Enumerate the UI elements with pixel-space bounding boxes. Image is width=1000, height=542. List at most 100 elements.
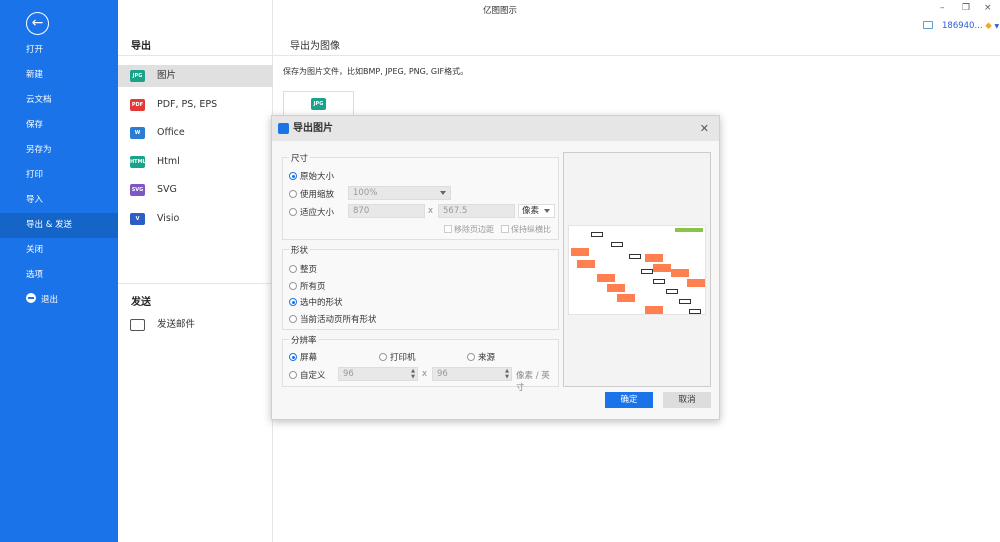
width-input[interactable]: 870 (348, 204, 425, 218)
export-panel: 导出 JPG 图片 PDF PDF, PS, EPS W Office HTML Html SV… (118, 0, 273, 542)
remove-margin-checkbox[interactable]: 移除页边距 (444, 224, 494, 235)
file-format-icon: W (130, 127, 145, 139)
export-image-dialog: 导出图片 ✕ 尺寸 原始大小 使用缩放 100% 适应大小 870 x 567.5… (271, 115, 720, 420)
dialog-header: 导出图片 ✕ (272, 116, 719, 141)
radio-selected-shapes[interactable]: 选中的形状 (289, 296, 343, 308)
shape-group: 形状 整页 所有页 选中的形状 当前活动页所有形状 (282, 244, 559, 330)
export-item-label: PDF, PS, EPS (157, 98, 218, 110)
sidebar: ← 打开 新建 云文档 保存 另存为 打印 导入 导出 & 发送 关闭 选项 退… (0, 0, 118, 542)
sidebar-item-import[interactable]: 导入 (0, 188, 118, 213)
preview-pane (563, 152, 711, 387)
size-group: 尺寸 原始大小 使用缩放 100% 适应大小 870 x 567.5 像素 移除… (282, 152, 559, 240)
send-heading: 发送 (131, 297, 151, 308)
sidebar-item-save-as[interactable]: 另存为 (0, 138, 118, 163)
export-item-0[interactable]: JPG 图片 (118, 65, 273, 87)
sidebar-item-new[interactable]: 新建 (0, 63, 118, 88)
main-title: 导出为图像 (290, 41, 340, 52)
main-description: 保存为图片文件，比如BMP, JPEG, PNG, GIF格式。 (283, 67, 469, 76)
send-email-item[interactable]: 发送邮件 (118, 314, 273, 336)
sidebar-item-cloud[interactable]: 云文档 (0, 88, 118, 113)
close-icon[interactable]: ✕ (700, 116, 709, 141)
export-item-2[interactable]: W Office (118, 122, 273, 144)
sidebar-item-print[interactable]: 打印 (0, 163, 118, 188)
radio-current-page-shapes[interactable]: 当前活动页所有形状 (289, 313, 377, 325)
jpg-icon: JPG (311, 98, 326, 110)
exit-label: 退出 (41, 295, 59, 305)
preview-shape (679, 299, 691, 304)
cancel-button[interactable]: 取消 (663, 392, 711, 408)
export-item-label: 图片 (157, 70, 177, 81)
export-item-3[interactable]: HTML Html (118, 151, 273, 173)
chat-icon[interactable] (923, 21, 933, 29)
export-item-1[interactable]: PDF PDF, PS, EPS (118, 94, 273, 116)
resolution-label: 分辨率 (289, 334, 319, 346)
preview-shape (645, 254, 663, 262)
file-format-icon: PDF (130, 98, 145, 111)
export-item-label: Html (157, 155, 180, 167)
size-label: 尺寸 (289, 152, 311, 164)
preview-shape (571, 248, 589, 256)
sidebar-item-options[interactable]: 选项 (0, 263, 118, 288)
exit-icon (26, 293, 36, 303)
preview-shape (641, 269, 653, 274)
unit-select[interactable]: 像素 (518, 204, 555, 218)
app-logo-icon (278, 123, 289, 134)
sidebar-item-exit[interactable]: 退出 (0, 288, 118, 313)
zoom-select[interactable]: 100% (348, 186, 451, 200)
radio-all-pages[interactable]: 所有页 (289, 280, 326, 292)
close-window-button[interactable]: × (984, 3, 992, 13)
diagram-preview (568, 225, 706, 315)
user-account[interactable]: 186940... ◆ ▼ (942, 21, 999, 31)
export-heading: 导出 (131, 41, 151, 52)
radio-custom[interactable]: 自定义 (289, 369, 326, 381)
minimize-button[interactable]: – (940, 3, 945, 13)
export-item-label: SVG (157, 184, 177, 195)
header-divider (118, 55, 1000, 56)
preview-shape (689, 309, 701, 314)
resolution-group: 分辨率 屏幕 打印机 来源 自定义 96 ▲ ▼ x 96 ▲ ▼ 像素 / 英寸 (282, 334, 559, 393)
user-name: 186940... (942, 21, 983, 31)
mail-icon (130, 319, 145, 331)
sidebar-item-export-send[interactable]: 导出 & 发送 (0, 213, 118, 238)
ok-button[interactable]: 确定 (605, 392, 653, 408)
preview-shape (653, 279, 665, 284)
chevron-down-icon (440, 191, 446, 195)
radio-screen[interactable]: 屏幕 (289, 351, 317, 363)
preview-shape (687, 279, 705, 287)
radio-use-zoom[interactable]: 使用缩放 (289, 188, 334, 200)
preview-shape (629, 254, 641, 259)
radio-whole-page[interactable]: 整页 (289, 263, 317, 275)
preview-shape (597, 274, 615, 282)
times-label: x (428, 206, 434, 216)
radio-source[interactable]: 来源 (467, 351, 495, 363)
export-item-4[interactable]: SVG SVG (118, 179, 273, 201)
preview-shape (671, 269, 689, 277)
keep-ratio-checkbox[interactable]: 保持纵横比 (501, 224, 551, 235)
shape-label: 形状 (289, 244, 311, 256)
sidebar-item-open[interactable]: 打开 (0, 38, 118, 63)
radio-fit-size[interactable]: 适应大小 (289, 206, 334, 218)
chevron-down-icon (544, 209, 550, 213)
sidebar-item-save[interactable]: 保存 (0, 113, 118, 138)
height-input[interactable]: 567.5 (438, 204, 515, 218)
send-email-label: 发送邮件 (157, 319, 196, 330)
restore-button[interactable]: ❐ (962, 3, 970, 13)
file-format-icon: V (130, 212, 145, 225)
divider (118, 283, 273, 284)
dpi-x-stepper[interactable]: 96 ▲ ▼ (338, 367, 418, 381)
preview-shape (591, 232, 603, 237)
dpi-unit-label: 像素 / 英寸 (516, 371, 550, 393)
radio-original-size[interactable]: 原始大小 (289, 170, 334, 182)
preview-shape (611, 242, 623, 247)
preview-shape (577, 260, 595, 268)
preview-shape (617, 294, 635, 302)
export-item-label: Office (157, 127, 185, 138)
vip-badge-icon: ◆ (985, 21, 992, 31)
preview-shape (653, 264, 671, 272)
radio-printer[interactable]: 打印机 (379, 351, 416, 363)
sidebar-item-close[interactable]: 关闭 (0, 238, 118, 263)
dpi-y-stepper[interactable]: 96 ▲ ▼ (432, 367, 512, 381)
export-item-5[interactable]: V Visio (118, 208, 273, 230)
preview-tag (675, 228, 703, 232)
chevron-down-icon: ▼ (994, 23, 1000, 30)
